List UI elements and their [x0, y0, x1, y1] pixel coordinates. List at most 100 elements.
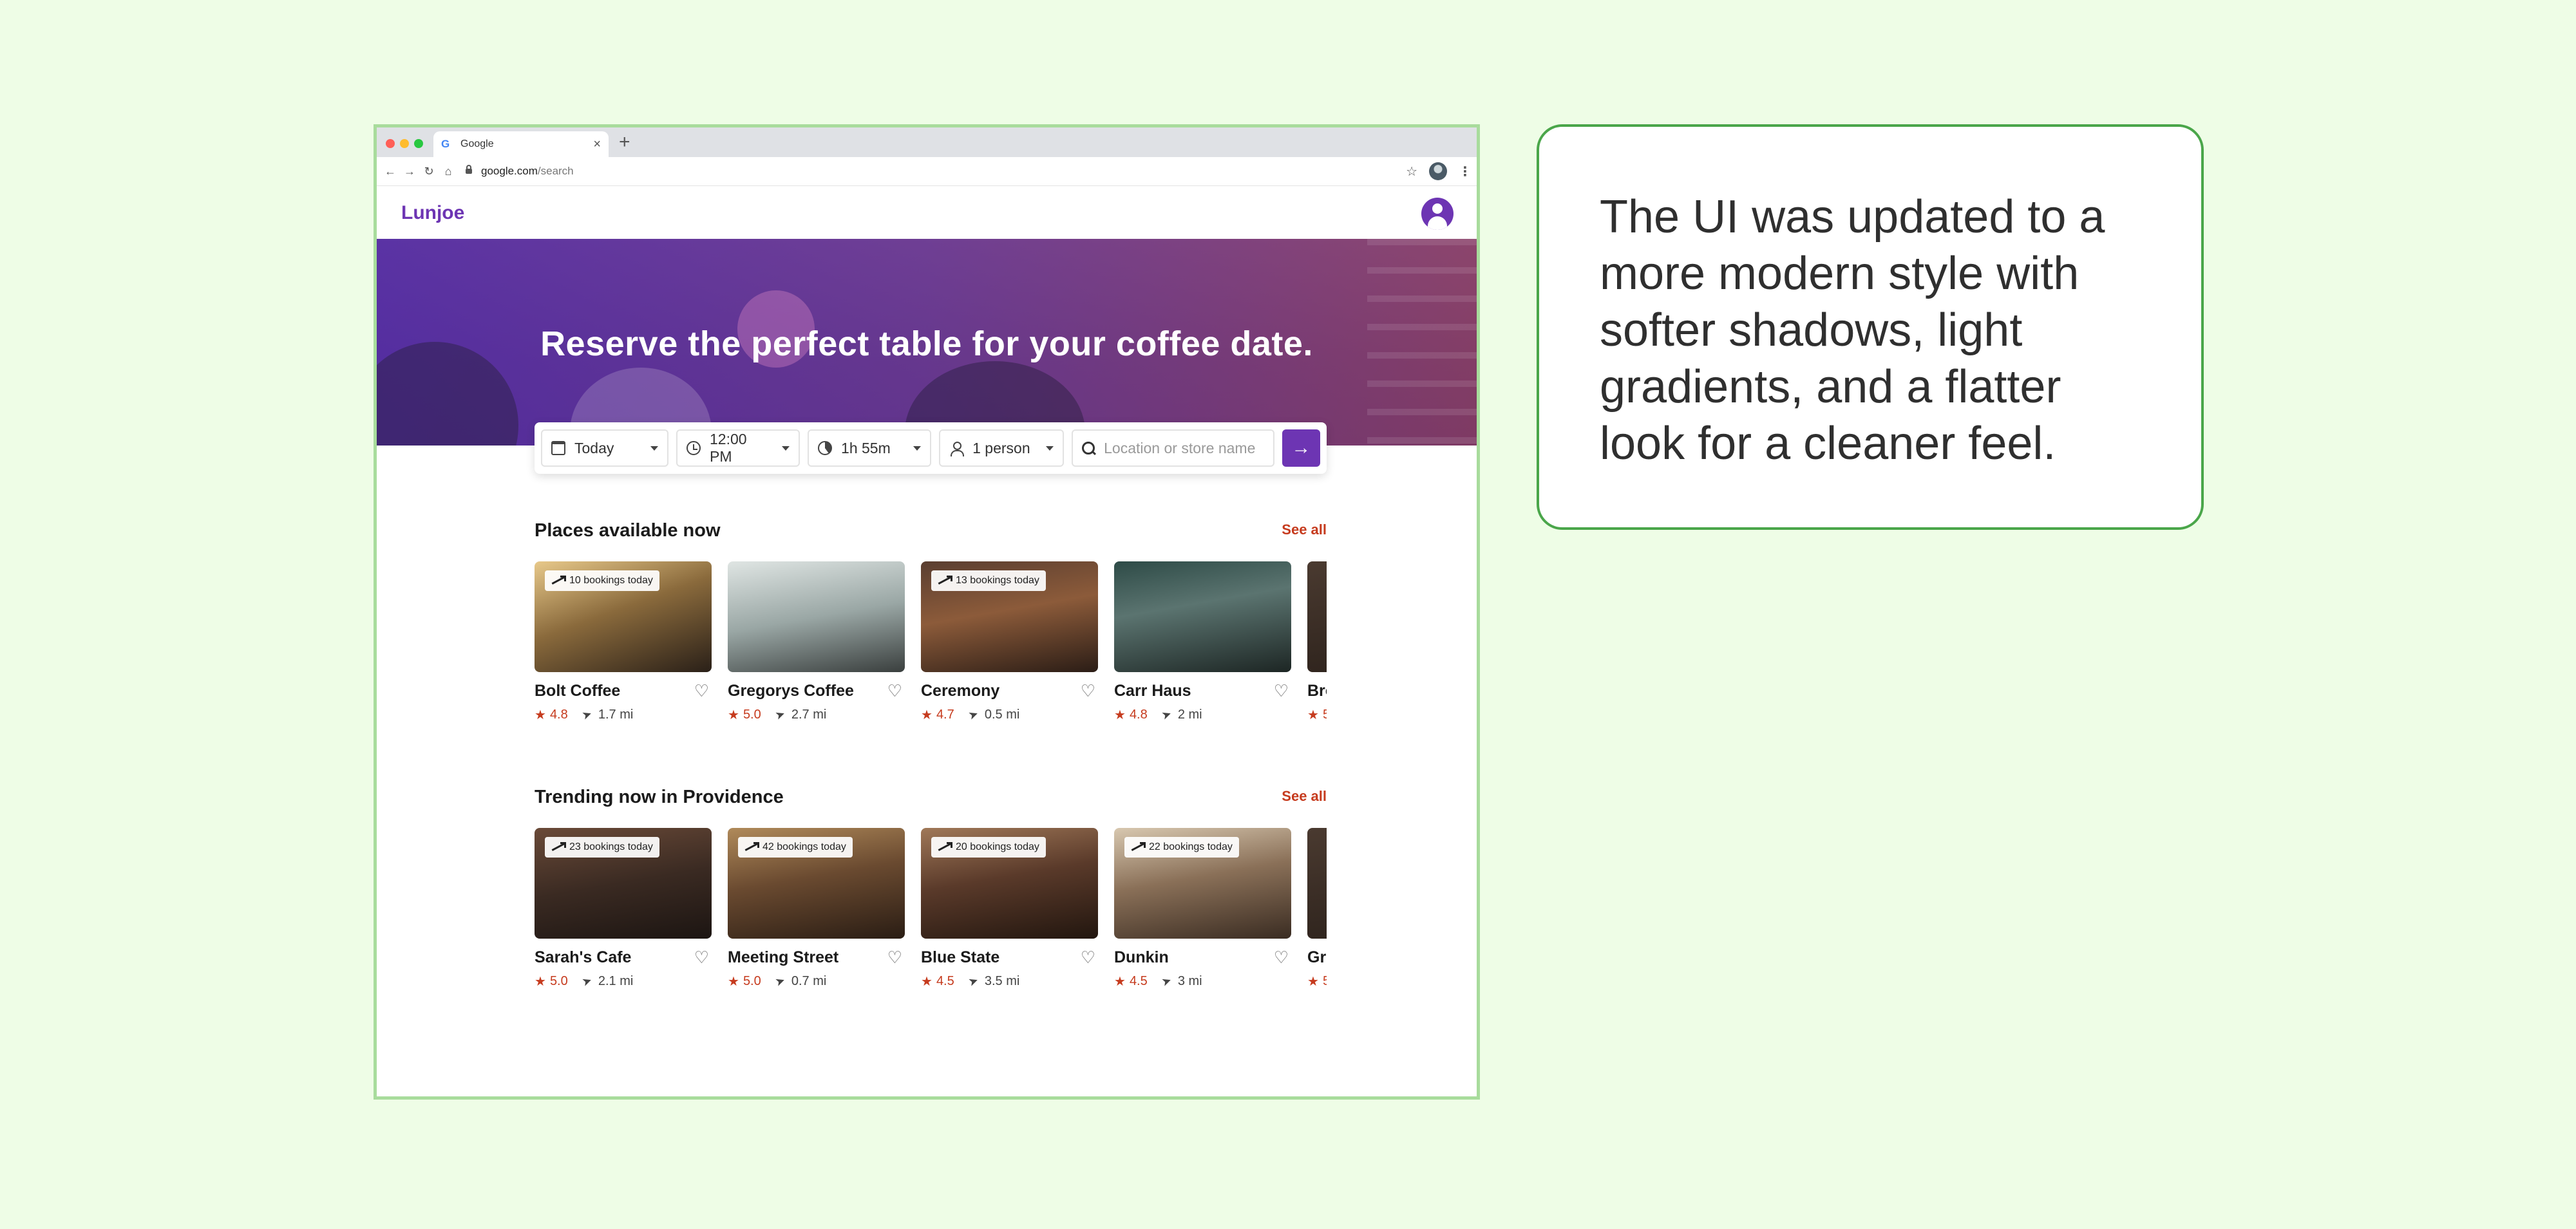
address-bar: ← → ↻ ⌂ google.com/search ☆ ⋮: [377, 157, 1477, 186]
venue-photo[interactable]: [1114, 561, 1291, 672]
minimize-window-icon[interactable]: [400, 139, 409, 148]
bookmark-star-icon[interactable]: ☆: [1406, 164, 1417, 180]
heart-icon[interactable]: ♡: [694, 949, 709, 966]
see-all-link[interactable]: See all: [1282, 521, 1327, 538]
section-places-available: Places available now See all 10 bookings…: [535, 520, 1327, 729]
location-arrow-icon: ➤: [1159, 973, 1173, 990]
rating-star-icon: ★: [728, 975, 739, 989]
url-host: google.com: [481, 165, 538, 177]
venue-card[interactable]: Gr♡★5: [1307, 828, 1327, 990]
venue-card[interactable]: 20 bookings today Blue State ♡ ★ 4.5 ➤ 3.5 mi: [921, 828, 1098, 990]
venue-name: Bro: [1307, 681, 1327, 700]
url-field[interactable]: google.com/search: [466, 165, 574, 178]
rating-star-icon: ★: [921, 708, 933, 722]
time-select[interactable]: 12:00 PM: [676, 429, 800, 467]
venue-photo[interactable]: [1307, 828, 1327, 939]
party-size-select[interactable]: 1 person: [939, 429, 1065, 467]
arrow-right-icon: →: [1291, 437, 1311, 458]
venue-photo[interactable]: [1307, 561, 1327, 672]
venue-photo[interactable]: 13 bookings today: [921, 561, 1098, 672]
clock-icon: [686, 441, 701, 455]
card-carousel: 10 bookings today Bolt Coffee ♡ ★ 4.8 ➤ 1.7 mi…: [535, 561, 1327, 729]
venue-rating: 5: [1323, 708, 1327, 722]
venue-name: Blue State: [921, 948, 1000, 966]
bookings-badge: 22 bookings today: [1124, 837, 1239, 858]
location-arrow-icon: ➤: [773, 973, 787, 990]
bookings-count: 10 bookings today: [569, 575, 653, 586]
venue-rating: 5: [1323, 974, 1327, 989]
venue-card[interactable]: Bro♡★5: [1307, 561, 1327, 723]
google-favicon-icon: G: [441, 138, 450, 150]
browser-profile-icon[interactable]: [1429, 162, 1447, 180]
venue-name: Ceremony: [921, 681, 1000, 700]
venue-rating: 5.0: [743, 708, 761, 722]
timer-icon: [818, 441, 833, 455]
venue-rating: 4.7: [936, 708, 954, 722]
reload-icon[interactable]: ↻: [419, 165, 439, 178]
search-submit-button[interactable]: →: [1282, 429, 1320, 467]
rating-star-icon: ★: [1114, 708, 1126, 722]
heart-icon[interactable]: ♡: [1081, 682, 1095, 699]
duration-value: 1h 55m: [841, 439, 891, 456]
venue-distance: 1.7 mi: [598, 708, 634, 722]
caption-box: The UI was updated to a more modern styl…: [1537, 124, 2204, 530]
card-carousel: 23 bookings today Sarah's Cafe ♡ ★ 5.0 ➤ 2.1 m…: [535, 828, 1327, 995]
venue-distance: 3.5 mi: [984, 974, 1020, 988]
duration-select[interactable]: 1h 55m: [808, 429, 932, 467]
section-title: Trending now in Providence: [535, 787, 784, 807]
location-arrow-icon: ➤: [580, 973, 594, 990]
maximize-window-icon[interactable]: [414, 139, 423, 148]
venue-rating: 4.5: [936, 974, 954, 988]
back-icon[interactable]: ←: [381, 165, 400, 178]
venue-card[interactable]: 23 bookings today Sarah's Cafe ♡ ★ 5.0 ➤ 2.1 m…: [535, 828, 712, 990]
trending-up-icon: [1131, 842, 1146, 851]
brand-logo[interactable]: Lunjoe: [401, 202, 464, 224]
venue-distance: 2.1 mi: [598, 974, 634, 988]
venue-card[interactable]: 13 bookings today Ceremony ♡ ★ 4.7 ➤ 0.5 mi: [921, 561, 1098, 723]
venue-photo[interactable]: 42 bookings today: [728, 828, 905, 939]
close-window-icon[interactable]: [386, 139, 395, 148]
venue-photo[interactable]: 10 bookings today: [535, 561, 712, 672]
rating-star-icon: ★: [728, 708, 739, 722]
bookings-count: 20 bookings today: [956, 841, 1039, 852]
venue-card[interactable]: 10 bookings today Bolt Coffee ♡ ★ 4.8 ➤ 1.7 mi: [535, 561, 712, 723]
location-input[interactable]: Location or store name: [1072, 429, 1274, 467]
heart-icon[interactable]: ♡: [1274, 949, 1289, 966]
browser-tab[interactable]: G Google ×: [433, 131, 609, 157]
venue-rating: 4.8: [549, 708, 568, 722]
venue-distance: 2 mi: [1177, 708, 1202, 722]
venue-distance: 3 mi: [1177, 974, 1202, 988]
venue-name: Dunkin: [1114, 948, 1169, 966]
venue-photo[interactable]: 20 bookings today: [921, 828, 1098, 939]
forward-icon[interactable]: →: [400, 165, 419, 178]
heart-icon[interactable]: ♡: [694, 682, 709, 699]
trending-up-icon: [551, 842, 566, 851]
tab-close-icon[interactable]: ×: [593, 138, 601, 151]
chevron-down-icon: [1046, 446, 1054, 451]
heart-icon[interactable]: ♡: [1081, 949, 1095, 966]
date-value: Today: [574, 439, 614, 456]
venue-card[interactable]: Carr Haus ♡ ★ 4.8 ➤ 2 mi: [1114, 561, 1291, 723]
search-bar: Today 12:00 PM 1h 55m 1 person Location …: [535, 422, 1327, 474]
home-icon[interactable]: ⌂: [439, 165, 458, 178]
venue-photo[interactable]: 22 bookings today: [1114, 828, 1291, 939]
location-arrow-icon: ➤: [773, 707, 787, 723]
new-tab-icon[interactable]: +: [619, 131, 630, 153]
user-avatar-icon[interactable]: [1421, 198, 1454, 230]
venue-distance: 2.7 mi: [791, 708, 827, 722]
heart-icon[interactable]: ♡: [1274, 682, 1289, 699]
venue-card[interactable]: 22 bookings today Dunkin ♡ ★ 4.5 ➤ 3 mi: [1114, 828, 1291, 990]
hero-banner: Reserve the perfect table for your coffe…: [377, 239, 1477, 446]
date-select[interactable]: Today: [541, 429, 668, 467]
see-all-link[interactable]: See all: [1282, 788, 1327, 805]
venue-photo[interactable]: 23 bookings today: [535, 828, 712, 939]
venue-card[interactable]: Gregorys Coffee ♡ ★ 5.0 ➤ 2.7 mi: [728, 561, 905, 723]
venue-photo[interactable]: [728, 561, 905, 672]
heart-icon[interactable]: ♡: [887, 682, 902, 699]
chevron-down-icon: [650, 446, 658, 451]
venue-card[interactable]: 42 bookings today Meeting Street ♡ ★ 5.0 ➤ 0.7…: [728, 828, 905, 990]
browser-menu-icon[interactable]: ⋮: [1459, 164, 1472, 180]
heart-icon[interactable]: ♡: [887, 949, 902, 966]
venue-rating: 5.0: [549, 974, 568, 988]
lock-icon: [466, 165, 472, 174]
